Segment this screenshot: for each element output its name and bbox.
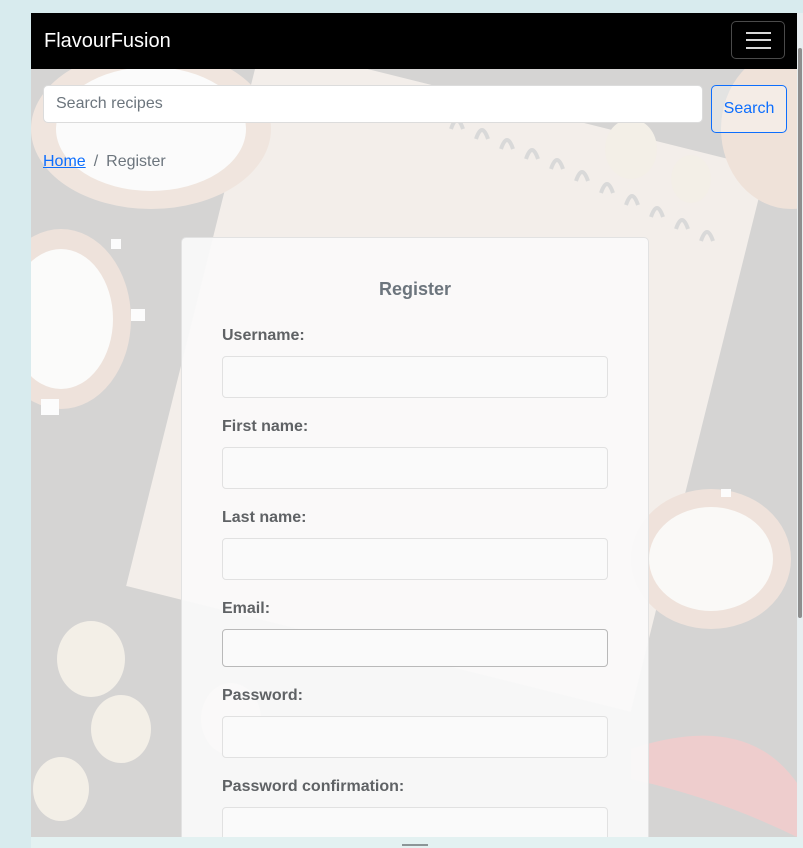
last-name-input[interactable]	[222, 538, 608, 580]
browser-viewport: FlavourFusion Search recipes Search Home…	[31, 13, 800, 837]
search-input[interactable]: Search recipes	[43, 85, 703, 123]
navbar-toggler-button[interactable]	[731, 21, 785, 59]
register-form-card: Register Username: First name: Last name…	[181, 237, 649, 837]
breadcrumb-current: Register	[106, 153, 166, 170]
last-name-label: Last name:	[222, 509, 307, 526]
password-input[interactable]	[222, 716, 608, 758]
first-name-input[interactable]	[222, 447, 608, 489]
navbar: FlavourFusion	[31, 13, 800, 69]
breadcrumb: Home / Register	[43, 152, 166, 172]
hamburger-icon	[746, 32, 771, 34]
search-button[interactable]: Search	[711, 85, 787, 133]
first-name-label: First name:	[222, 418, 309, 435]
email-label: Email:	[222, 600, 271, 617]
email-input[interactable]	[222, 629, 608, 667]
form-title: Register	[378, 279, 452, 299]
username-label: Username:	[222, 327, 305, 344]
breadcrumb-separator: /	[93, 153, 99, 170]
bottom-bar	[31, 837, 803, 848]
brand-logo[interactable]: FlavourFusion	[44, 29, 171, 53]
scrollbar-thumb[interactable]	[798, 48, 802, 618]
username-input[interactable]	[222, 356, 608, 398]
drag-handle[interactable]	[402, 844, 428, 846]
breadcrumb-home-link[interactable]: Home	[43, 153, 86, 170]
password-label: Password:	[222, 687, 303, 704]
hamburger-icon	[746, 39, 771, 41]
hamburger-icon	[746, 47, 771, 49]
password-confirmation-label: Password confirmation:	[222, 778, 405, 795]
password-confirmation-input[interactable]	[222, 807, 608, 837]
